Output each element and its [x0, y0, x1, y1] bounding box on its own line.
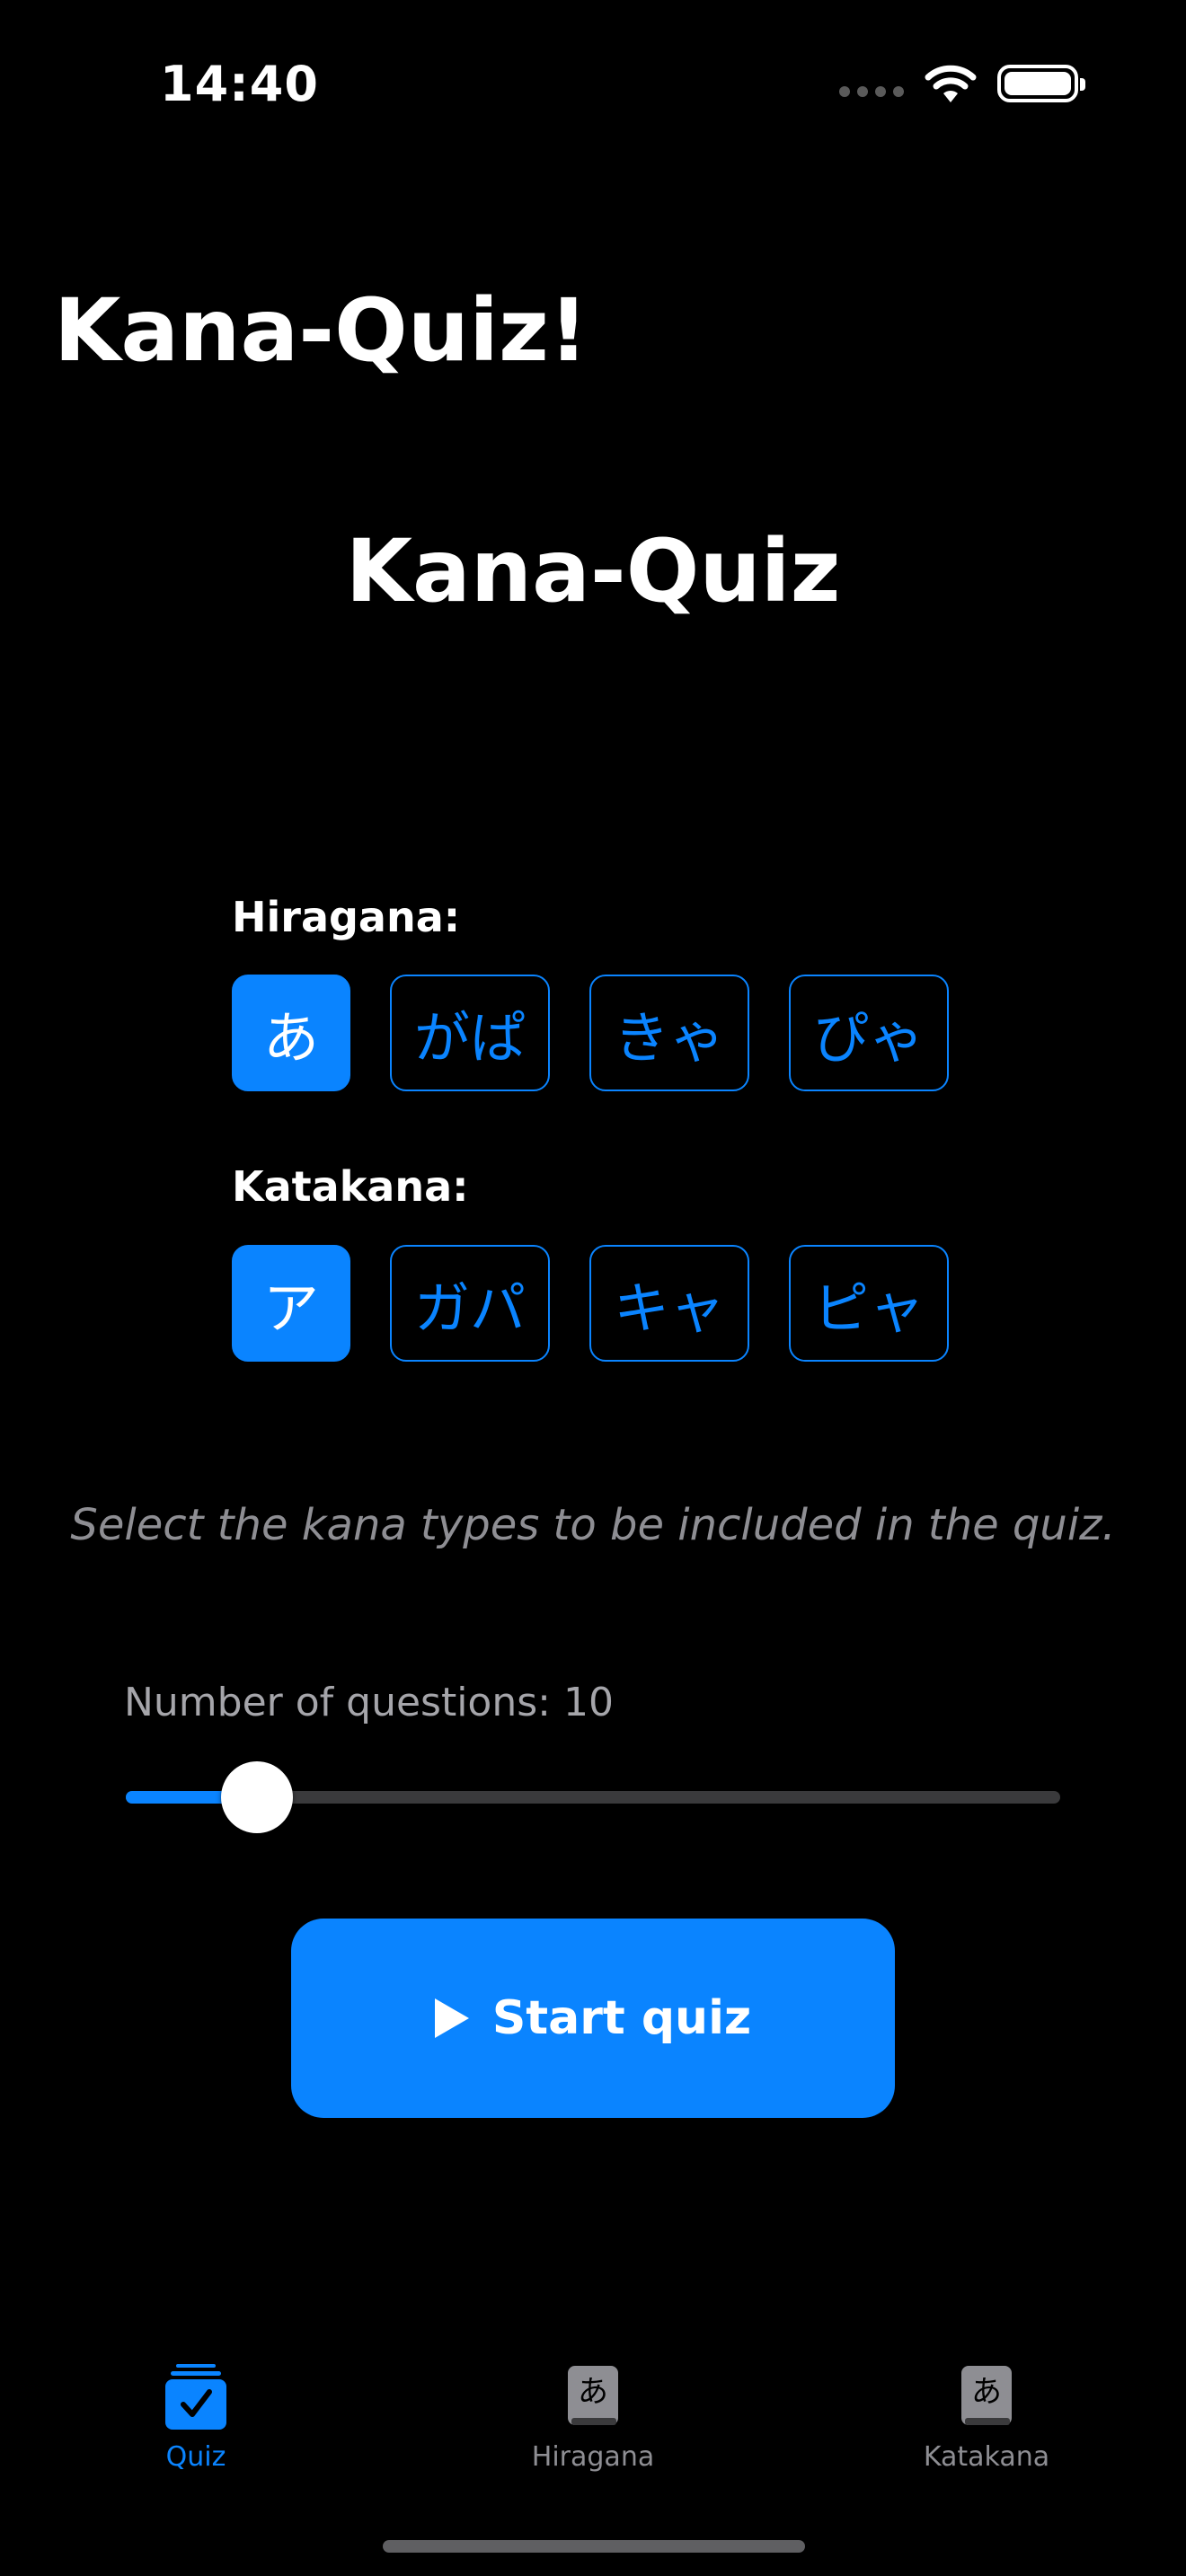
start-quiz-button[interactable]: Start quiz	[291, 1919, 895, 2118]
home-indicator[interactable]	[383, 2540, 805, 2553]
page-title: Kana-Quiz	[345, 521, 841, 622]
katakana-option-combo-dakuten[interactable]: ピャ	[789, 1245, 949, 1362]
tab-katakana-label: Katakana	[923, 2441, 1050, 2473]
katakana-options: ア ガパ キャ ピャ	[232, 1245, 949, 1362]
hiragana-book-icon: あ	[568, 2366, 618, 2425]
katakana-option-dakuten[interactable]: ガパ	[390, 1245, 550, 1362]
hiragana-option-basic[interactable]: あ	[232, 975, 350, 1091]
katakana-option-basic[interactable]: ア	[232, 1245, 350, 1362]
svg-text:あ: あ	[578, 2374, 608, 2410]
hiragana-option-combo-dakuten[interactable]: ぴゃ	[789, 975, 949, 1091]
slider-thumb[interactable]	[220, 1761, 293, 1833]
wifi-icon	[925, 65, 977, 102]
questions-slider[interactable]	[126, 1761, 1060, 1833]
hiragana-label: Hiragana:	[232, 893, 461, 941]
battery-icon	[997, 65, 1085, 102]
tab-hiragana[interactable]: あ Hiragana	[476, 2362, 710, 2473]
start-quiz-label: Start quiz	[491, 1991, 752, 2045]
status-indicators	[839, 63, 1085, 104]
quiz-checklist-icon	[165, 2364, 226, 2430]
tab-katakana[interactable]: あ Katakana	[870, 2362, 1103, 2473]
katakana-label: Katakana:	[232, 1162, 469, 1211]
katakana-option-combo[interactable]: キャ	[589, 1245, 749, 1362]
svg-text:あ: あ	[971, 2374, 1002, 2410]
katakana-book-icon: あ	[961, 2366, 1012, 2425]
cellular-signal-icon	[839, 86, 904, 97]
questions-count-label: Number of questions: 10	[124, 1680, 614, 1725]
tab-quiz[interactable]: Quiz	[79, 2362, 313, 2473]
hiragana-option-dakuten[interactable]: がぱ	[390, 975, 550, 1091]
nav-title: Kana-Quiz!	[54, 280, 589, 381]
play-icon	[434, 1998, 469, 2038]
tab-quiz-label: Quiz	[165, 2441, 226, 2473]
hiragana-option-combo[interactable]: きゃ	[589, 975, 749, 1091]
hiragana-options: あ がぱ きゃ ぴゃ	[232, 975, 949, 1091]
tab-hiragana-label: Hiragana	[531, 2441, 655, 2473]
status-time: 14:40	[160, 56, 319, 112]
selection-hint: Select the kana types to be included in …	[70, 1500, 1116, 1550]
